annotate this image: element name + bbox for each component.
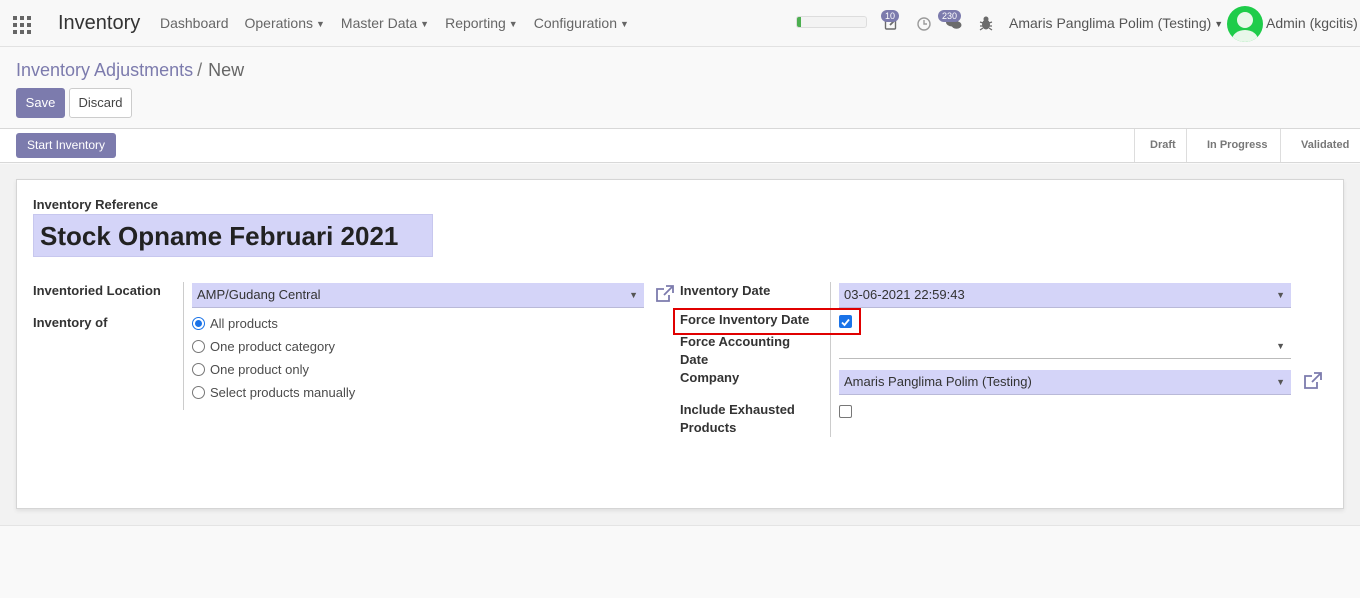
caret-down-icon: ▼ (1214, 19, 1224, 29)
company-label: Company (680, 370, 740, 385)
radio-one-product-only[interactable]: One product only (192, 359, 309, 379)
menu-configuration-label: Configuration (533, 15, 617, 31)
menu-operations-label: Operations (244, 15, 313, 31)
radio-one-product-only-label: One product only (210, 361, 310, 377)
progress-bar (796, 16, 867, 28)
caret-down-icon: ▼ (315, 19, 325, 29)
highlight-annotation-box (673, 308, 861, 335)
external-link-icon[interactable] (655, 284, 675, 304)
company-select[interactable]: Amaris Panglima Polim (Testing) ▼ (839, 370, 1291, 395)
force-accounting-date-label: Force Accounting Date (680, 334, 791, 367)
include-exhausted-label: Include Exhausted Products (680, 402, 795, 435)
reference-label: Inventory Reference (33, 197, 158, 212)
reference-input[interactable]: Stock Opname Februari 2021 (33, 214, 433, 257)
company-switcher[interactable]: Amaris Panglima Polim (Testing) ▼ (1009, 15, 1223, 31)
radio-checked-icon[interactable] (192, 316, 205, 330)
caret-down-icon: ▼ (1276, 290, 1285, 300)
inventory-date-label: Inventory Date (680, 283, 771, 298)
breadcrumb: Inventory Adjustments / New (16, 60, 244, 81)
radio-one-product-category-label: One product category (210, 338, 336, 354)
location-select[interactable]: AMP/Gudang Central ▼ (192, 283, 644, 308)
activities-icon[interactable]: 10 (881, 10, 901, 33)
caret-down-icon: ▼ (1276, 377, 1285, 387)
external-link-icon[interactable] (1303, 371, 1323, 391)
discard-button[interactable]: Discard (69, 88, 132, 118)
radio-select-manually[interactable]: Select products manually (192, 382, 355, 402)
caret-down-icon: ▼ (508, 19, 518, 29)
include-exhausted-checkbox[interactable] (839, 405, 852, 418)
breadcrumb-parent[interactable]: Inventory Adjustments (16, 60, 193, 80)
company-select-value: Amaris Panglima Polim (Testing) (844, 374, 1032, 389)
activities-badge: 10 (881, 10, 900, 22)
caret-down-icon: ▼ (420, 19, 430, 29)
radio-unchecked-icon[interactable] (192, 339, 205, 353)
radio-select-manually-label: Select products manually (210, 384, 356, 400)
radio-unchecked-icon[interactable] (192, 385, 205, 399)
force-accounting-date-input[interactable]: ▼ (839, 334, 1291, 359)
radio-one-product-category[interactable]: One product category (192, 336, 335, 356)
save-button[interactable]: Save (16, 88, 65, 118)
inventory-of-label: Inventory of (33, 315, 108, 330)
stage-in-progress[interactable]: In Progress (1186, 129, 1280, 162)
stage-validated[interactable]: Validated (1280, 129, 1360, 162)
progress-bar-fill (797, 17, 802, 27)
menu-configuration[interactable]: Configuration ▼ (534, 15, 629, 31)
status-stages: Draft In Progress Validated (1134, 129, 1360, 162)
radio-all-products-label: All products (210, 315, 278, 331)
form-sheet: Inventory Reference Stock Opname Februar… (16, 179, 1344, 509)
menu-master-data[interactable]: Master Data ▼ (341, 15, 429, 31)
left-group-separator (183, 282, 184, 410)
location-select-value: AMP/Gudang Central (197, 287, 321, 302)
company-switcher-label: Amaris Panglima Polim (Testing) (1009, 15, 1212, 31)
inventory-date-value: 03-06-2021 22:59:43 (844, 287, 965, 302)
caret-down-icon: ▼ (1276, 341, 1285, 351)
radio-all-products[interactable]: All products (192, 313, 278, 333)
caret-down-icon: ▼ (619, 19, 629, 29)
right-group-separator (830, 282, 831, 437)
location-label: Inventoried Location (33, 283, 161, 298)
menu-reporting[interactable]: Reporting ▼ (445, 15, 518, 31)
statusbar: Start Inventory Draft In Progress Valida… (0, 129, 1360, 163)
user-menu[interactable]: Admin (kgcitis) (1266, 15, 1358, 31)
messages-badge: 230 (938, 10, 962, 22)
inventory-date-input[interactable]: 03-06-2021 22:59:43 ▼ (839, 283, 1291, 308)
clock-icon[interactable] (915, 15, 933, 33)
messages-icon[interactable]: 230 (938, 10, 963, 33)
menu-dashboard[interactable]: Dashboard (160, 15, 229, 31)
main-menu: Dashboard Operations ▼ Master Data ▼ Repor… (160, 15, 645, 31)
bug-icon[interactable] (977, 15, 995, 33)
app-title[interactable]: Inventory (58, 12, 140, 35)
menu-master-data-label: Master Data (340, 15, 418, 31)
menu-dashboard-label: Dashboard (160, 15, 229, 31)
start-inventory-button[interactable]: Start Inventory (16, 133, 117, 158)
menu-reporting-label: Reporting (445, 15, 506, 31)
menu-operations[interactable]: Operations ▼ (245, 15, 325, 31)
stage-draft[interactable]: Draft (1134, 129, 1186, 162)
breadcrumb-separator: / (197, 60, 203, 80)
apps-grid-icon[interactable] (13, 16, 31, 34)
top-navbar: Inventory Dashboard Operations ▼ Master D… (0, 0, 1360, 47)
breadcrumb-current: New (208, 60, 245, 80)
caret-down-icon: ▼ (629, 290, 638, 300)
user-avatar[interactable] (1227, 6, 1263, 42)
radio-unchecked-icon[interactable] (192, 362, 205, 376)
